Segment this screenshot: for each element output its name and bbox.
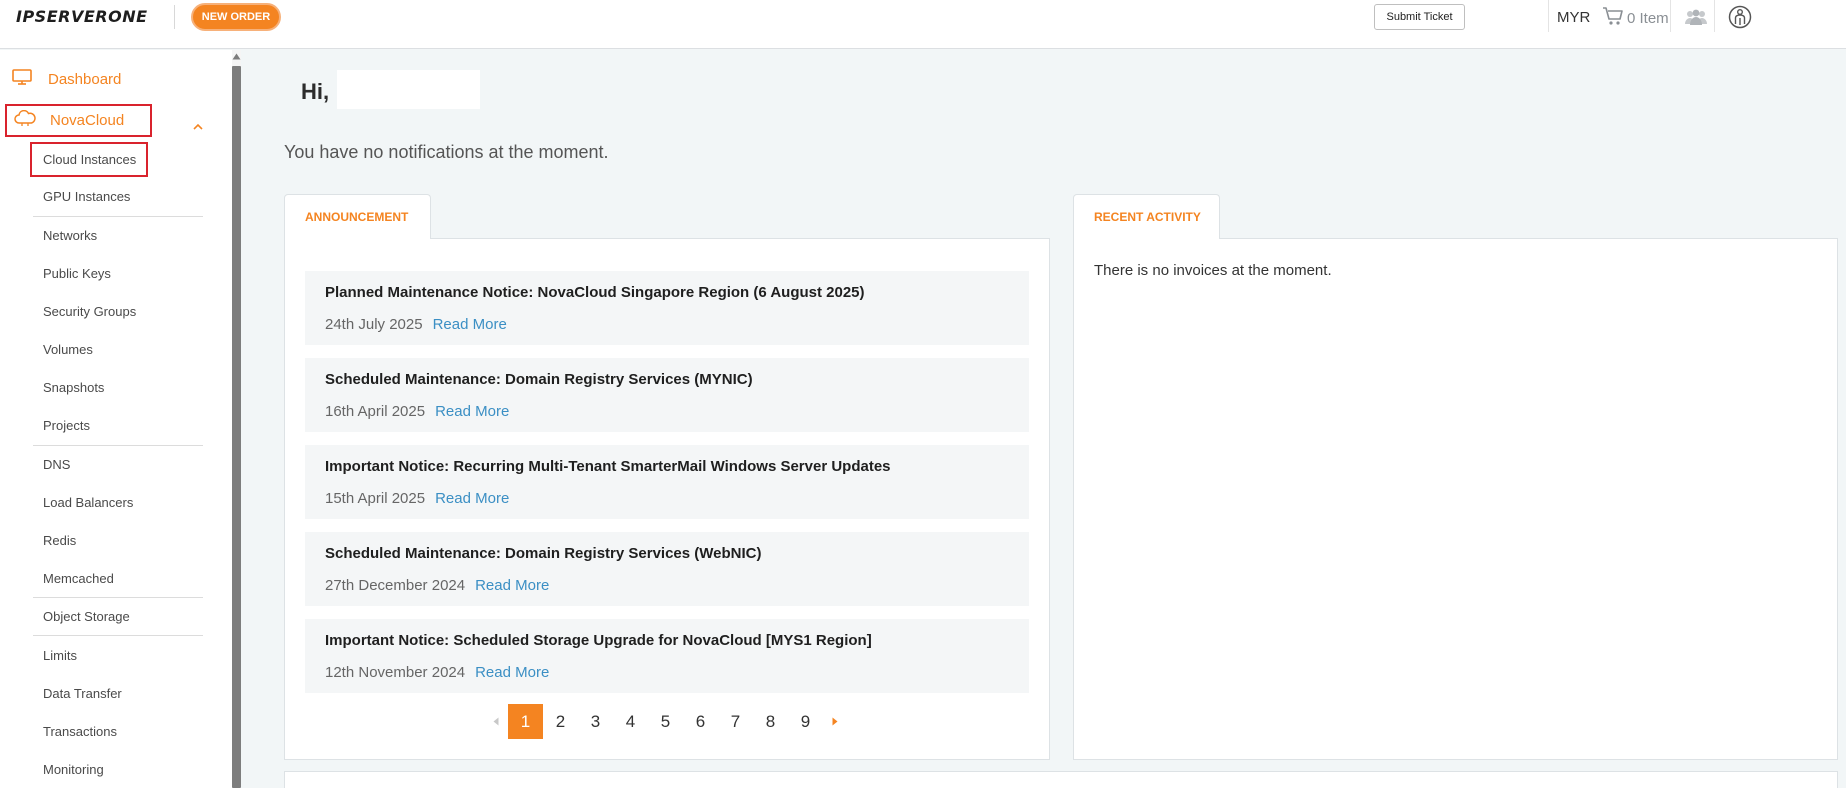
announcement-meta: 15th April 2025 Read More [325,490,509,507]
announcement-date: 24th July 2025 [325,316,423,333]
announcement-meta: 12th November 2024 Read More [325,664,549,681]
new-order-button[interactable]: NEW ORDER [191,3,281,31]
sidebar-item-networks[interactable]: Networks [43,228,97,243]
announcement-date: 27th December 2024 [325,577,466,594]
header-divider [1548,0,1549,32]
logo-divider [174,5,175,29]
team-icon[interactable] [1684,9,1708,30]
sidebar-divider [33,216,203,217]
announcement-item: Important Notice: Scheduled Storage Upgr… [305,619,1029,693]
page-button-5[interactable]: 5 [648,704,683,739]
cart-count: 0 Item [1627,9,1669,27]
sidebar-divider [33,635,203,636]
tab-announcement[interactable]: ANNOUNCEMENT [284,194,431,239]
sidebar-item-snapshots[interactable]: Snapshots [43,380,104,395]
sidebar-item-transactions[interactable]: Transactions [43,724,117,739]
sidebar-divider [33,597,203,598]
page-button-4[interactable]: 4 [613,704,648,739]
redacted-username [337,70,480,109]
read-more-link[interactable]: Read More [433,316,507,333]
announcement-item: Scheduled Maintenance: Domain Registry S… [305,358,1029,432]
sidebar-item-public-keys[interactable]: Public Keys [43,266,111,281]
monitor-icon [12,69,32,90]
account-icon[interactable] [1728,5,1752,34]
prev-page-arrow[interactable] [484,704,508,739]
announcement-date: 12th November 2024 [325,664,466,681]
tab-recent-activity[interactable]: RECENT ACTIVITY [1073,194,1220,239]
page-button-3[interactable]: 3 [578,704,613,739]
sidebar-item-dashboard[interactable]: Dashboard [12,69,121,90]
sidebar-item-gpu-instances[interactable]: GPU Instances [43,189,130,204]
sidebar-item-monitoring[interactable]: Monitoring [43,762,104,777]
scroll-up-arrow[interactable] [232,52,241,61]
scrollbar-thumb[interactable] [232,66,241,788]
page-button-2[interactable]: 2 [543,704,578,739]
header-divider [1670,0,1671,32]
announcement-meta: 16th April 2025 Read More [325,403,509,420]
chevron-up-icon[interactable] [193,119,203,133]
sidebar-item-memcached[interactable]: Memcached [43,571,114,586]
announcement-title[interactable]: Important Notice: Scheduled Storage Upgr… [325,632,872,649]
currency-selector[interactable]: MYR [1557,9,1590,26]
announcement-title[interactable]: Scheduled Maintenance: Domain Registry S… [325,371,753,388]
announcement-meta: 24th July 2025 Read More [325,316,507,333]
page-button-6[interactable]: 6 [683,704,718,739]
header-divider [1714,0,1715,32]
announcement-title[interactable]: Scheduled Maintenance: Domain Registry S… [325,545,762,562]
announcement-item: Important Notice: Recurring Multi-Tenant… [305,445,1029,519]
sidebar-divider [33,445,203,446]
announcement-item: Planned Maintenance Notice: NovaCloud Si… [305,271,1029,345]
announcement-title[interactable]: Important Notice: Recurring Multi-Tenant… [325,458,891,475]
announcement-date: 15th April 2025 [325,490,426,507]
sidebar-item-cloud-instances[interactable]: Cloud Instances [43,152,136,167]
pagination: 1 2 3 4 5 6 7 8 9 [484,704,847,739]
sidebar-item-load-balancers[interactable]: Load Balancers [43,495,133,510]
sidebar-item-label: NovaCloud [50,112,125,129]
recent-activity-empty: There is no invoices at the moment. [1094,262,1332,279]
cloud-icon [14,109,36,131]
cart-button[interactable]: 0 Item [1602,6,1669,30]
read-more-link[interactable]: Read More [475,577,549,594]
sidebar-item-novacloud[interactable]: NovaCloud [5,104,152,137]
recent-activity-panel: There is no invoices at the moment. [1073,238,1838,760]
cart-icon [1602,6,1624,30]
page-button-9[interactable]: 9 [788,704,823,739]
submit-ticket-button[interactable]: Submit Ticket [1374,4,1465,30]
logo[interactable]: IPSERVERONE [16,7,148,26]
sidebar-item-volumes[interactable]: Volumes [43,342,93,357]
read-more-link[interactable]: Read More [435,403,509,420]
sidebar-item-label: Dashboard [48,71,122,88]
sidebar-item-redis[interactable]: Redis [43,533,76,548]
sidebar-item-security-groups[interactable]: Security Groups [43,304,136,319]
page-button-8[interactable]: 8 [753,704,788,739]
announcement-meta: 27th December 2024 Read More [325,577,549,594]
top-header: IPSERVERONE NEW ORDER Submit Ticket MYR … [0,0,1846,49]
sidebar-item-projects[interactable]: Projects [43,418,90,433]
read-more-link[interactable]: Read More [475,664,549,681]
page-button-1[interactable]: 1 [508,704,543,739]
sidebar-item-object-storage[interactable]: Object Storage [43,609,130,624]
sidebar-item-dns[interactable]: DNS [43,457,70,472]
announcement-item: Scheduled Maintenance: Domain Registry S… [305,532,1029,606]
announcement-date: 16th April 2025 [325,403,426,420]
greeting-text: Hi, [301,79,330,104]
page-button-7[interactable]: 7 [718,704,753,739]
bottom-panel [284,771,1838,788]
read-more-link[interactable]: Read More [435,490,509,507]
sidebar-item-data-transfer[interactable]: Data Transfer [43,686,122,701]
sidebar-item-limits[interactable]: Limits [43,648,77,663]
next-page-arrow[interactable] [823,704,847,739]
announcement-title[interactable]: Planned Maintenance Notice: NovaCloud Si… [325,284,865,301]
notification-message: You have no notifications at the moment. [284,142,609,162]
